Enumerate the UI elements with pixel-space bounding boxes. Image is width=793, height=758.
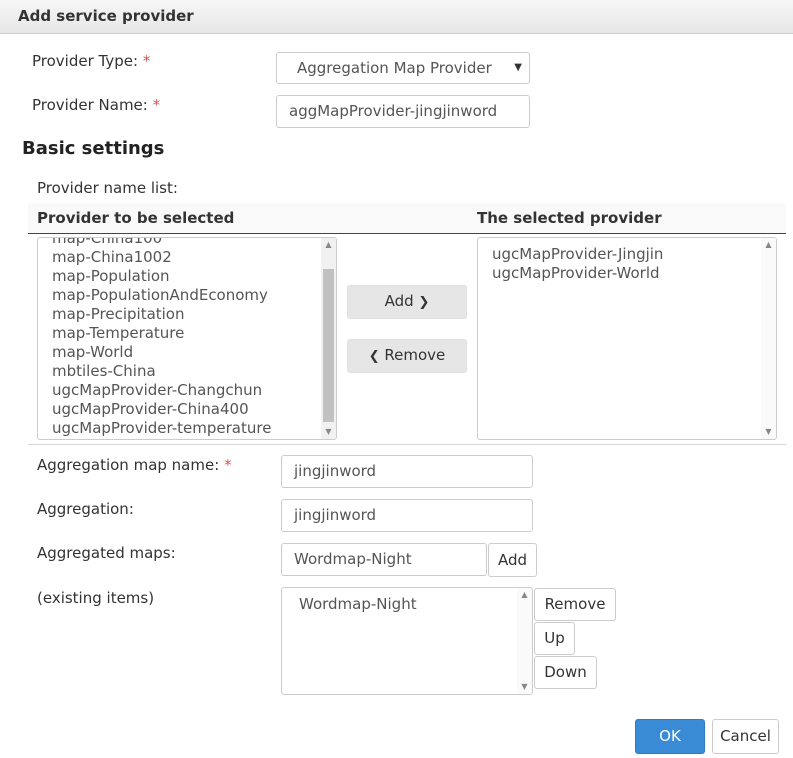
provider-type-select[interactable]: Aggregation Map Provider ▼	[276, 52, 530, 84]
list-item[interactable]: ugcMapProvider-Jingjin	[492, 245, 663, 264]
list-item[interactable]: ugcMapProvider-temperature	[52, 419, 271, 438]
chevron-right-icon: ❯	[418, 295, 430, 310]
dropdown-arrow-icon: ▼	[514, 62, 522, 73]
remove-provider-button[interactable]: ❮ Remove	[347, 339, 467, 373]
aggregation-label: Aggregation:	[37, 500, 134, 518]
provider-name-value: aggMapProvider-jingjinword	[289, 102, 498, 120]
scroll-down-icon[interactable]: ▼	[517, 680, 532, 694]
ok-button[interactable]: OK	[635, 719, 705, 754]
remove-provider-label: Remove	[384, 346, 446, 364]
dialog-titlebar: Add service provider	[0, 0, 793, 34]
header-divider	[28, 233, 786, 234]
add-provider-label: Add	[384, 292, 414, 310]
add-aggregated-map-button[interactable]: Add	[488, 543, 537, 577]
list-item[interactable]: map-World	[52, 343, 271, 362]
list-item[interactable]: map-China100	[52, 238, 271, 248]
selected-list-scrollbar[interactable]: ▲ ▼	[761, 238, 776, 439]
provider-type-label: Provider Type: *	[32, 52, 150, 70]
dialog-title: Add service provider	[18, 7, 194, 25]
existing-items-label: (existing items)	[37, 589, 155, 607]
provider-name-list-label: Provider name list:	[37, 179, 178, 197]
selected-providers-items: ugcMapProvider-Jingjin ugcMapProvider-Wo…	[492, 245, 663, 283]
scroll-down-icon[interactable]: ▼	[321, 425, 336, 439]
aggregation-map-name-input[interactable]: jingjinword	[281, 455, 533, 488]
aggregated-maps-input[interactable]: Wordmap-Night	[281, 543, 487, 576]
provider-type-label-text: Provider Type:	[32, 52, 139, 70]
provider-name-label-text: Provider Name:	[32, 96, 148, 114]
list-item[interactable]: mbtiles-China	[52, 362, 271, 381]
required-mark: *	[152, 96, 161, 114]
list-item[interactable]: Wordmap-Night	[299, 595, 417, 614]
required-mark: *	[142, 52, 151, 70]
basic-settings-title: Basic settings	[22, 138, 165, 159]
existing-items: Wordmap-Night	[299, 595, 417, 614]
available-providers-list[interactable]: map-China100 map-China1002 map-Populatio…	[37, 237, 337, 440]
list-item[interactable]: map-PopulationAndEconomy	[52, 286, 271, 305]
list-item[interactable]: ugcMapProvider-World	[492, 264, 663, 283]
existing-items-list[interactable]: Wordmap-Night ▲ ▼	[281, 587, 533, 695]
selected-providers-header: The selected provider	[477, 209, 662, 227]
selected-providers-list[interactable]: ugcMapProvider-Jingjin ugcMapProvider-Wo…	[477, 237, 777, 440]
list-item[interactable]: ugcMapProvider-Changchun	[52, 381, 271, 400]
list-item[interactable]: map-China1002	[52, 248, 271, 267]
cancel-button[interactable]: Cancel	[712, 719, 779, 754]
provider-name-input[interactable]: aggMapProvider-jingjinword	[276, 95, 530, 128]
chevron-left-icon: ❮	[368, 349, 380, 364]
add-provider-button[interactable]: Add ❯	[347, 285, 467, 319]
scroll-up-icon[interactable]: ▲	[761, 238, 776, 252]
aggregation-map-name-label: Aggregation map name: *	[37, 456, 232, 474]
scroll-up-icon[interactable]: ▲	[517, 588, 532, 602]
available-list-scrollbar[interactable]: ▲ ▼	[321, 238, 336, 439]
list-item[interactable]: map-Population	[52, 267, 271, 286]
existing-list-scrollbar[interactable]: ▲ ▼	[517, 588, 532, 694]
provider-type-value: Aggregation Map Provider	[297, 59, 492, 77]
remove-existing-button[interactable]: Remove	[534, 588, 616, 621]
scroll-down-icon[interactable]: ▼	[761, 425, 776, 439]
available-providers-items: map-China100 map-China1002 map-Populatio…	[52, 238, 271, 438]
move-down-button[interactable]: Down	[534, 656, 597, 689]
aggregation-map-name-value: jingjinword	[294, 462, 377, 480]
aggregation-input[interactable]: jingjinword	[281, 499, 533, 532]
required-mark: *	[224, 456, 232, 474]
aggregated-maps-label: Aggregated maps:	[37, 544, 176, 562]
aggregation-map-name-label-text: Aggregation map name:	[37, 456, 220, 474]
list-item[interactable]: map-Temperature	[52, 324, 271, 343]
available-providers-header: Provider to be selected	[37, 209, 235, 227]
provider-name-label: Provider Name: *	[32, 96, 160, 114]
list-item[interactable]: ugcMapProvider-China400	[52, 400, 271, 419]
scroll-up-icon[interactable]: ▲	[321, 238, 336, 252]
aggregated-maps-value: Wordmap-Night	[294, 550, 412, 568]
scrollbar-thumb[interactable]	[323, 269, 334, 422]
list-item[interactable]: map-Precipitation	[52, 305, 271, 324]
section-divider	[28, 444, 786, 445]
aggregation-value: jingjinword	[294, 506, 377, 524]
move-up-button[interactable]: Up	[534, 622, 575, 655]
